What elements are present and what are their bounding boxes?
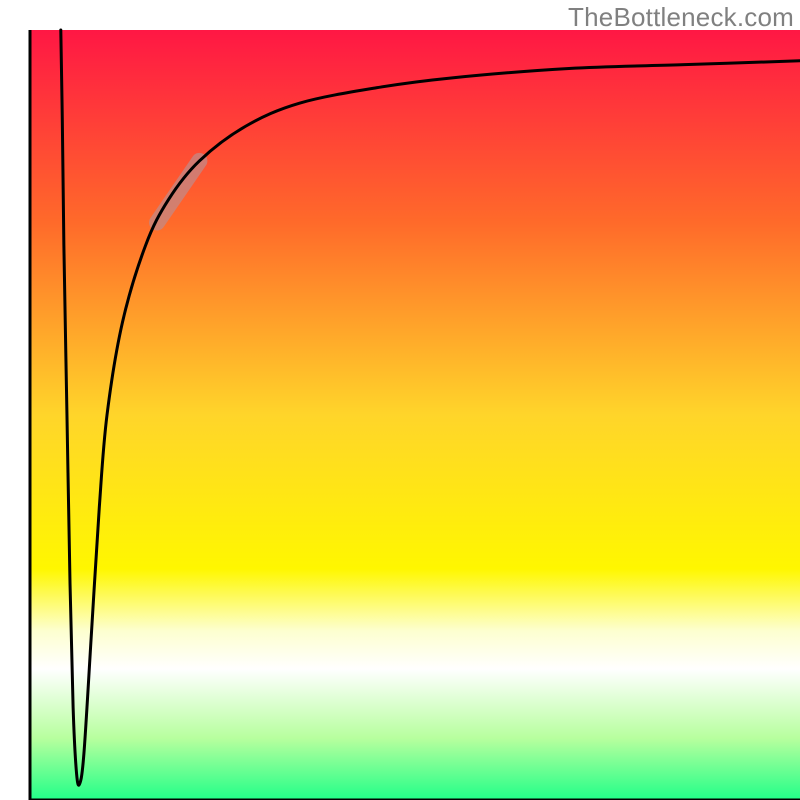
- watermark-text: TheBottleneck.com: [568, 2, 794, 33]
- plot-background: [30, 30, 800, 800]
- bottleneck-chart: [0, 0, 800, 800]
- chart-container: TheBottleneck.com: [0, 0, 800, 800]
